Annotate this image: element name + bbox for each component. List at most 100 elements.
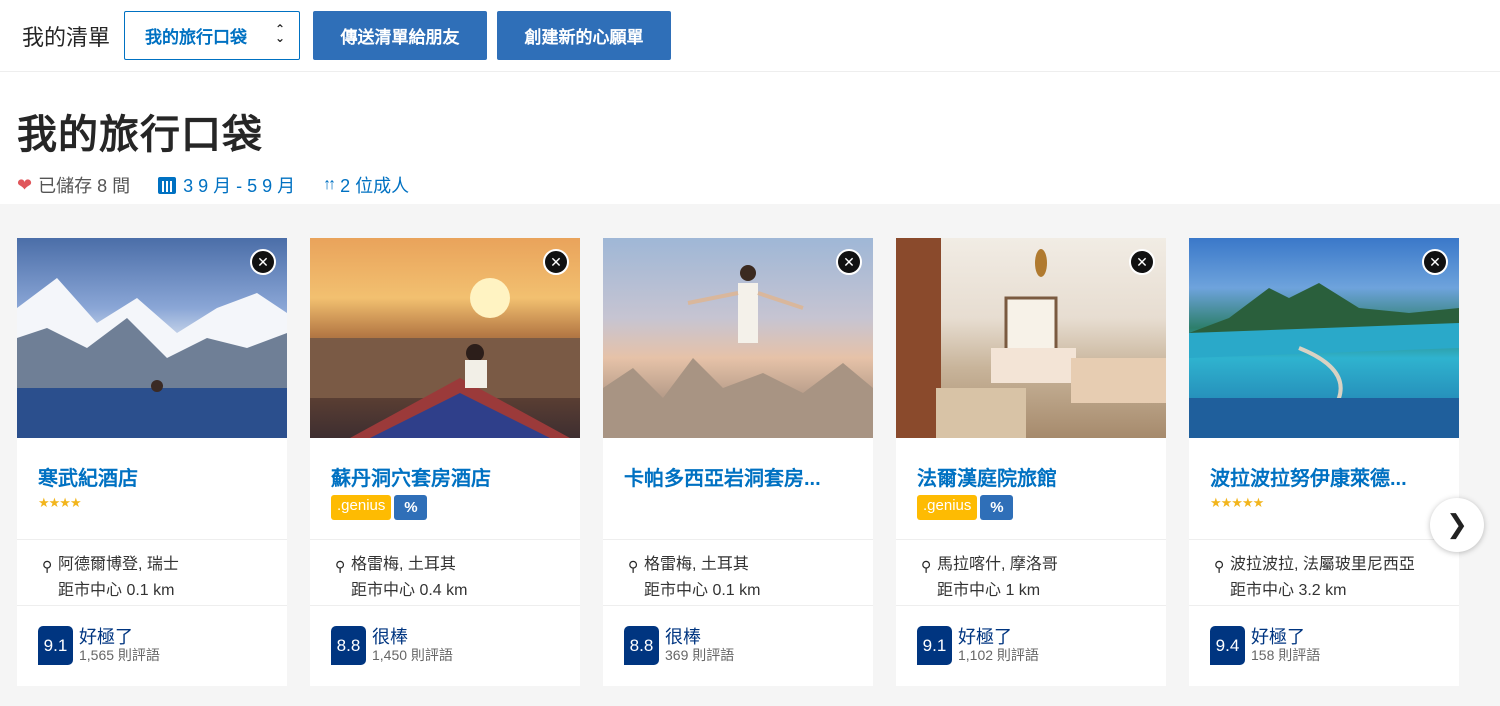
review-count: 1,565 則評語: [79, 647, 160, 663]
property-card[interactable]: ✕ 法爾漢庭院旅館 .genius % ⚲ 馬拉喀什, 摩洛哥 距市中心 1 k…: [896, 238, 1166, 686]
chevron-right-icon: ❯: [1446, 509, 1468, 539]
location-section: ⚲ 格雷梅, 土耳其 距市中心 0.4 km: [310, 540, 580, 606]
map-pin-icon: ⚲: [921, 558, 932, 574]
deal-badges: .genius %: [917, 495, 1146, 520]
star-rating: ★★★★★: [1210, 495, 1264, 510]
discount-badge: %: [980, 495, 1014, 520]
property-title-section: 寒武紀酒店 ★★★★: [17, 438, 287, 540]
distance-text: 距市中心 0.1 km: [644, 582, 761, 599]
review-score: 9.1: [917, 626, 952, 665]
create-wishlist-button[interactable]: 創建新的心願單: [497, 11, 672, 60]
score-word: 很棒: [372, 627, 408, 647]
calendar-icon: [158, 176, 177, 194]
review-score: 9.1: [38, 626, 73, 665]
top-bar: 我的清單 我的旅行口袋 ⌃ ⌄ 傳送清單給朋友 創建新的心願單: [0, 0, 1500, 72]
map-pin-icon: ⚲: [628, 558, 639, 574]
people-icon: ↑↑: [323, 176, 336, 193]
close-icon[interactable]: ✕: [1129, 249, 1155, 275]
score-word: 很棒: [665, 627, 701, 647]
review-count: 1,102 則評語: [958, 647, 1039, 663]
score-section: 8.8 很棒 1,450 則評語: [310, 606, 580, 665]
saved-count-text: 已儲存 8 間: [38, 176, 131, 196]
property-title-section: 波拉波拉努伊康萊德... ★★★★★: [1189, 438, 1459, 540]
wishlist-select[interactable]: 我的旅行口袋 ⌃ ⌄: [124, 11, 301, 60]
genius-badge: .genius: [331, 495, 392, 520]
property-photo[interactable]: ✕: [310, 238, 580, 438]
property-photo[interactable]: ✕: [603, 238, 873, 438]
property-name[interactable]: 波拉波拉努伊康萊德...: [1210, 462, 1439, 491]
location-text: 格雷梅, 土耳其: [351, 556, 456, 573]
map-pin-icon: ⚲: [335, 558, 346, 574]
page-title: 我的旅行口袋: [17, 113, 263, 157]
score-section: 9.4 好極了 158 則評語: [1189, 606, 1459, 665]
property-card[interactable]: ✕ 蘇丹洞穴套房酒店 .genius % ⚲ 格雷梅, 土耳其 距市中心 0.4…: [310, 238, 580, 686]
review-count: 1,450 則評語: [372, 647, 453, 663]
location-text: 阿德爾博登, 瑞士: [58, 556, 179, 573]
property-title-section: 卡帕多西亞岩洞套房...: [603, 438, 873, 540]
score-word: 好極了: [79, 627, 133, 647]
location-text: 格雷梅, 土耳其: [644, 556, 749, 573]
close-icon[interactable]: ✕: [836, 249, 862, 275]
balloons-woman-image: [603, 265, 873, 438]
genius-badge: .genius: [917, 495, 978, 520]
bora-bora-lagoon-image: [1189, 283, 1459, 438]
map-pin-icon: ⚲: [1214, 558, 1225, 574]
riad-room-image: [896, 238, 1166, 438]
property-name[interactable]: 寒武紀酒店: [38, 462, 267, 491]
distance-text: 距市中心 1 km: [937, 582, 1041, 599]
score-word: 好極了: [958, 627, 1012, 647]
location-section: ⚲ 波拉波拉, 法屬玻里尼西亞 距市中心 3.2 km: [1189, 540, 1459, 606]
location-section: ⚲ 阿德爾博登, 瑞士 距市中心 0.1 km: [17, 540, 287, 606]
location-section: ⚲ 馬拉喀什, 摩洛哥 距市中心 1 km: [896, 540, 1166, 606]
my-lists-label: 我的清單: [22, 24, 111, 50]
score-section: 8.8 很棒 369 則評語: [603, 606, 873, 665]
wishlist-select-value: 我的旅行口袋: [145, 28, 248, 47]
review-count: 158 則評語: [1251, 647, 1321, 663]
map-pin-icon: ⚲: [42, 558, 53, 574]
mountain-lake-image: [17, 278, 287, 438]
property-name[interactable]: 卡帕多西亞岩洞套房...: [624, 462, 853, 491]
property-card[interactable]: ✕ 波拉波拉努伊康萊德... ★★★★★ ⚲ 波拉波拉, 法屬玻里尼西亞 距市中…: [1189, 238, 1459, 686]
send-list-button[interactable]: 傳送清單給朋友: [313, 11, 488, 60]
star-rating: ★★★★: [38, 495, 82, 510]
property-photo[interactable]: ✕: [896, 238, 1166, 438]
review-score: 8.8: [624, 626, 659, 665]
property-title-section: 法爾漢庭院旅館 .genius %: [896, 438, 1166, 540]
saved-count: ❤ 已儲存 8 間: [17, 172, 130, 198]
heart-icon: ❤: [17, 174, 33, 195]
property-title-section: 蘇丹洞穴套房酒店 .genius %: [310, 438, 580, 540]
location-section: ⚲ 格雷梅, 土耳其 距市中心 0.1 km: [603, 540, 873, 606]
wishlist-header: 我的旅行口袋 ❤ 已儲存 8 間 3 9 月 - 5 9 月 ↑↑ 2 位成人: [0, 72, 1500, 204]
score-word: 好極了: [1251, 627, 1305, 647]
location-text: 波拉波拉, 法屬玻里尼西亞: [1230, 556, 1415, 573]
score-section: 9.1 好極了 1,565 則評語: [17, 606, 287, 665]
close-icon[interactable]: ✕: [250, 249, 276, 275]
close-icon[interactable]: ✕: [543, 249, 569, 275]
distance-text: 距市中心 0.4 km: [351, 582, 468, 599]
review-score: 9.4: [1210, 626, 1245, 665]
distance-text: 距市中心 0.1 km: [58, 582, 175, 599]
guest-count[interactable]: ↑↑ 2 位成人: [323, 172, 409, 198]
distance-text: 距市中心 3.2 km: [1230, 582, 1347, 599]
close-icon[interactable]: ✕: [1422, 249, 1448, 275]
date-range-text[interactable]: 3 9 月 - 5 9 月: [183, 172, 295, 198]
date-range[interactable]: 3 9 月 - 5 9 月: [158, 172, 295, 198]
guest-count-text[interactable]: 2 位成人: [340, 172, 409, 198]
cappadocia-sunset-image: [310, 278, 580, 438]
property-card[interactable]: ✕ 寒武紀酒店 ★★★★ ⚲ 阿德爾博登, 瑞士 距市中心 0.1 km 9.1…: [17, 238, 287, 686]
property-card[interactable]: ✕ 卡帕多西亞岩洞套房... ⚲ 格雷梅, 土耳其 距市中心 0.1 km 8.…: [603, 238, 873, 686]
select-arrows-icon: ⌃ ⌄: [274, 22, 286, 45]
cards-area: ✕ 寒武紀酒店 ★★★★ ⚲ 阿德爾博登, 瑞士 距市中心 0.1 km 9.1…: [0, 204, 1500, 706]
property-photo[interactable]: ✕: [1189, 238, 1459, 438]
review-count: 369 則評語: [665, 647, 735, 663]
property-name[interactable]: 蘇丹洞穴套房酒店: [331, 462, 560, 491]
score-section: 9.1 好極了 1,102 則評語: [896, 606, 1166, 665]
next-cards-button[interactable]: ❯: [1430, 498, 1484, 552]
property-cards: ✕ 寒武紀酒店 ★★★★ ⚲ 阿德爾博登, 瑞士 距市中心 0.1 km 9.1…: [0, 238, 1500, 686]
review-score: 8.8: [331, 626, 366, 665]
location-text: 馬拉喀什, 摩洛哥: [937, 556, 1058, 573]
deal-badges: .genius %: [331, 495, 560, 520]
wishlist-meta: ❤ 已儲存 8 間 3 9 月 - 5 9 月 ↑↑ 2 位成人: [17, 172, 1500, 198]
property-name[interactable]: 法爾漢庭院旅館: [917, 462, 1146, 491]
property-photo[interactable]: ✕: [17, 238, 287, 438]
